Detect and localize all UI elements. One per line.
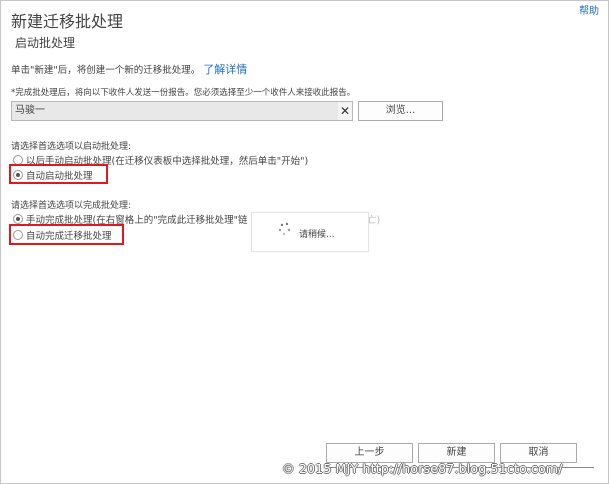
page-title: 新建迁移批处理 [11, 12, 124, 31]
complete-options-label: 请选择首选选项以完成批处理: [11, 201, 132, 211]
previous-button[interactable]: 上一步 [326, 443, 413, 463]
watermark: © 2015 MJY http://horse87.blog.51cto.com… [282, 461, 563, 476]
spinner-icon [278, 222, 291, 236]
complete-auto-highlight [9, 224, 124, 245]
cancel-button[interactable]: 取消 [500, 443, 577, 463]
start-options-label: 请选择首选选项以启动批处理: [11, 142, 132, 152]
complete-manual-radio[interactable] [13, 214, 23, 224]
description-text: 单击"新建"后，将创建一个新的迁移批处理。 [11, 65, 201, 76]
learn-more-link[interactable]: 了解详情 [203, 63, 247, 76]
browse-button[interactable]: 浏览... [358, 101, 443, 121]
description: 单击"新建"后，将创建一个新的迁移批处理。 了解详情 [11, 61, 247, 77]
help-link[interactable]: 帮助 [579, 2, 599, 17]
new-button[interactable]: 新建 [418, 443, 495, 463]
page-subtitle: 启动批处理 [15, 36, 76, 50]
loading-text: 请稍候... [299, 230, 335, 240]
close-icon[interactable]: ✕ [338, 101, 353, 121]
start-auto-highlight [9, 164, 108, 184]
loading-overlay: 请稍候... [251, 212, 369, 252]
report-note: *完成批处理后，将向以下收件人发送一份报告。您必须选择至少一个收件人来接收此报告… [11, 88, 356, 98]
recipient-field[interactable]: 马骏一 [11, 101, 343, 121]
